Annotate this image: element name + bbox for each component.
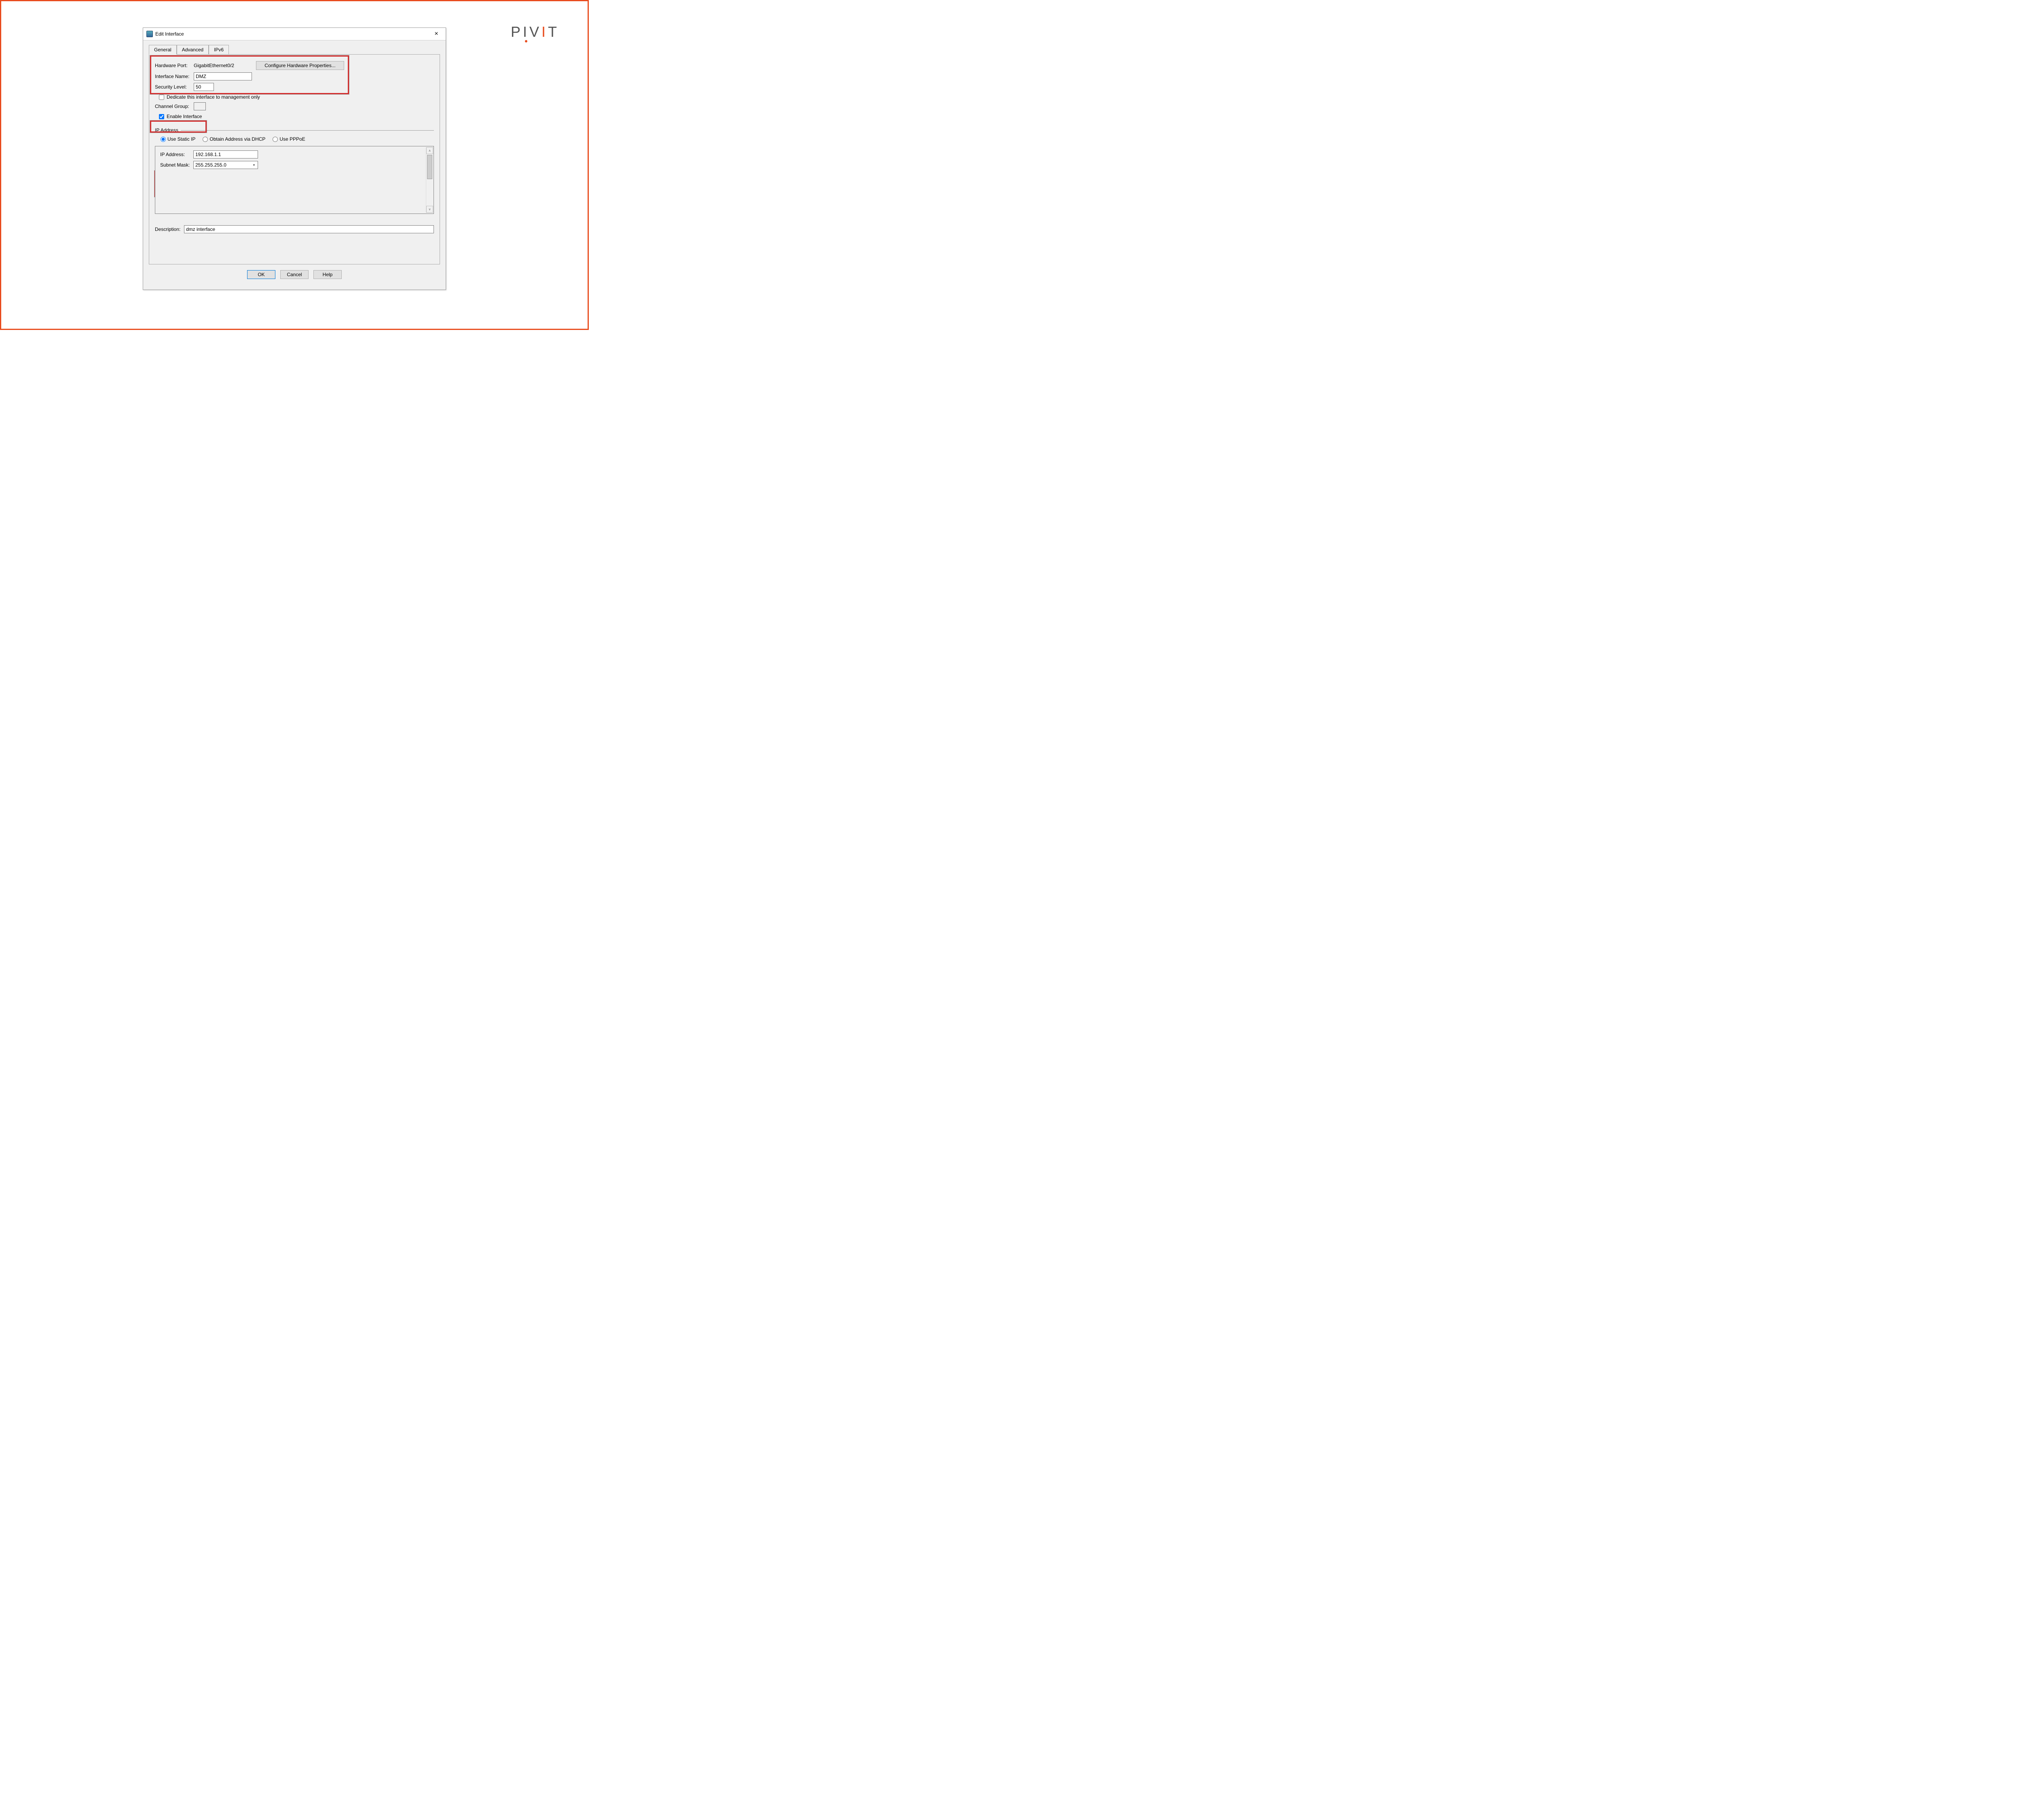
tab-ipv6[interactable]: IPv6 <box>209 45 229 55</box>
subnet-mask-label: Subnet Mask: <box>160 162 193 168</box>
scroll-thumb[interactable] <box>427 155 432 179</box>
tab-general[interactable]: General <box>149 45 177 55</box>
subnet-mask-combo[interactable]: ▾ <box>193 161 258 169</box>
enable-interface-label: Enable Interface <box>167 114 202 119</box>
brand-logo: PIVIT <box>511 23 559 40</box>
ip-settings-panel: IP Address: Subnet Mask: ▾ ʌ v <box>155 146 434 214</box>
window-title: Edit Interface <box>155 31 430 37</box>
description-input[interactable] <box>184 225 434 233</box>
security-level-label: Security Level: <box>155 84 194 90</box>
scroll-down-icon[interactable]: v <box>426 206 433 213</box>
cancel-button[interactable]: Cancel <box>280 270 309 279</box>
interface-name-label: Interface Name: <box>155 74 194 79</box>
tab-advanced[interactable]: Advanced <box>177 45 209 55</box>
dedicate-mgmt-label: Dedicate this interface to management on… <box>167 94 260 100</box>
ip-address-label: IP Address: <box>160 152 193 157</box>
chevron-down-icon[interactable]: ▾ <box>250 163 258 167</box>
ip-address-group-label: IP Address <box>155 127 178 133</box>
tab-bar: General Advanced IPv6 <box>149 44 440 55</box>
radio-dhcp[interactable]: Obtain Address via DHCP <box>203 136 265 142</box>
security-level-input[interactable] <box>194 83 214 91</box>
radio-static-ip[interactable]: Use Static IP <box>161 136 195 142</box>
ip-address-input[interactable] <box>193 150 258 159</box>
edit-interface-dialog: Edit Interface × General Advanced IPv6 H… <box>143 27 446 290</box>
dialog-footer: OK Cancel Help <box>149 264 440 285</box>
scrollbar[interactable]: ʌ v <box>426 147 433 213</box>
enable-interface-checkbox[interactable] <box>159 114 164 119</box>
channel-group-input <box>194 102 206 110</box>
interface-name-input[interactable] <box>194 72 252 80</box>
ok-button[interactable]: OK <box>247 270 275 279</box>
configure-hardware-button[interactable]: Configure Hardware Properties... <box>256 61 344 70</box>
close-icon[interactable]: × <box>430 30 442 38</box>
radio-pppoe[interactable]: Use PPPoE <box>273 136 305 142</box>
tab-content-general: Hardware Port: GigabitEthernet0/2 Config… <box>149 54 440 264</box>
hardware-port-label: Hardware Port: <box>155 63 194 68</box>
ip-address-group-title: IP Address <box>155 127 434 133</box>
ip-mode-radio-group: Use Static IP Obtain Address via DHCP Us… <box>161 136 434 142</box>
description-label: Description: <box>155 226 184 232</box>
dedicate-mgmt-checkbox[interactable] <box>159 95 164 100</box>
titlebar: Edit Interface × <box>143 28 446 40</box>
hardware-port-value: GigabitEthernet0/2 <box>194 63 256 68</box>
help-button[interactable]: Help <box>313 270 342 279</box>
app-icon <box>146 31 153 37</box>
channel-group-label: Channel Group: <box>155 104 194 109</box>
scroll-up-icon[interactable]: ʌ <box>426 147 433 154</box>
subnet-mask-input[interactable] <box>194 161 250 169</box>
